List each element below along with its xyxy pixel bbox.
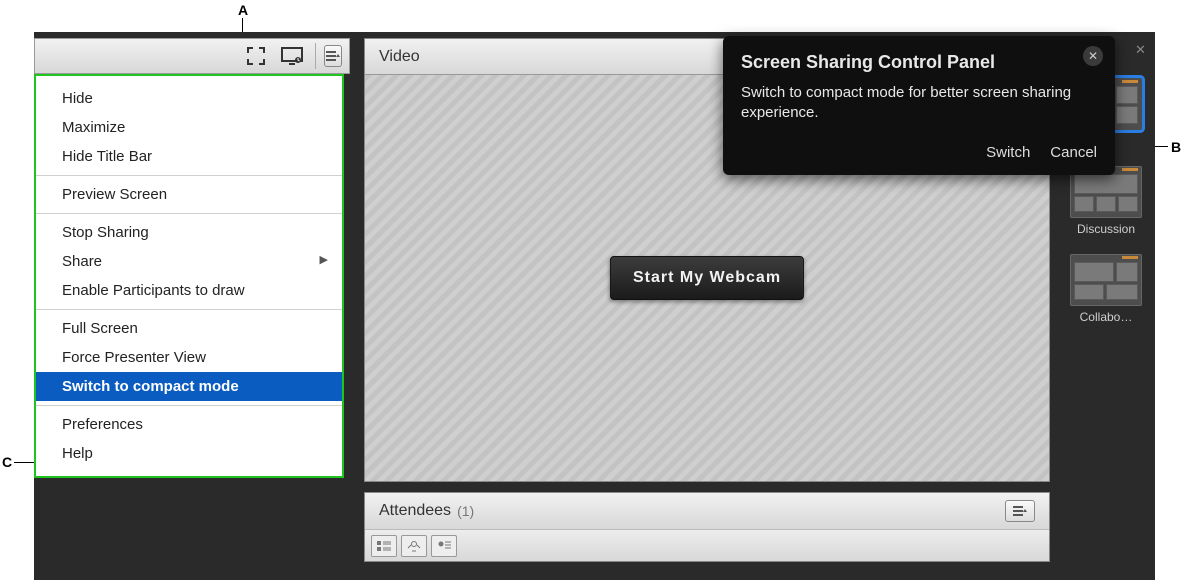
app-frame: HideMaximizeHide Title Bar Preview Screen… — [34, 32, 1155, 580]
menu-item-share[interactable]: Share — [36, 247, 342, 276]
menu-item-maximize[interactable]: Maximize — [36, 113, 342, 142]
attendees-toolbar — [365, 529, 1049, 561]
attendees-count: (1) — [457, 503, 474, 519]
popup-title: Screen Sharing Control Panel — [741, 52, 1097, 73]
layouts-close-icon[interactable]: ✕ — [1135, 42, 1149, 56]
layout-thumb-collaboration[interactable]: Collabo… — [1070, 254, 1142, 324]
popup-switch-button[interactable]: Switch — [986, 144, 1030, 161]
menu-item-stop-sharing[interactable]: Stop Sharing — [36, 218, 342, 247]
layout-label-discussion: Discussion — [1070, 222, 1142, 236]
pod-options-menu: HideMaximizeHide Title Bar Preview Screen… — [34, 74, 344, 478]
callout-a: A — [238, 2, 248, 18]
menu-item-enable-participants-to-draw[interactable]: Enable Participants to draw — [36, 276, 342, 305]
fullscreen-icon[interactable] — [243, 43, 269, 69]
callout-c: C — [2, 454, 12, 470]
monitor-icon[interactable] — [279, 43, 305, 69]
menu-item-preferences[interactable]: Preferences — [36, 410, 342, 439]
callout-b: B — [1171, 139, 1181, 155]
attendees-pod: Attendees (1) — [364, 492, 1050, 562]
start-webcam-button[interactable]: Start My Webcam — [610, 256, 804, 300]
menu-item-help[interactable]: Help — [36, 439, 342, 468]
share-pod: HideMaximizeHide Title Bar Preview Screen… — [34, 38, 350, 478]
menu-item-hide-title-bar[interactable]: Hide Title Bar — [36, 142, 342, 171]
attendees-view-breakout-icon[interactable] — [431, 535, 457, 557]
layout-thumb-discussion[interactable]: Discussion — [1070, 166, 1142, 236]
attendees-view-list-icon[interactable] — [371, 535, 397, 557]
menu-item-hide[interactable]: Hide — [36, 84, 342, 113]
pod-options-button[interactable] — [315, 43, 341, 69]
screen-share-popup: ✕ Screen Sharing Control Panel Switch to… — [723, 36, 1115, 175]
share-pod-header — [34, 38, 350, 74]
menu-item-switch-to-compact-mode[interactable]: Switch to compact mode — [36, 372, 342, 401]
popup-close-icon[interactable]: ✕ — [1083, 46, 1103, 66]
attendees-pod-header: Attendees (1) — [365, 493, 1049, 529]
menu-item-full-screen[interactable]: Full Screen — [36, 314, 342, 343]
popup-cancel-button[interactable]: Cancel — [1050, 144, 1097, 161]
attendees-title: Attendees — [379, 502, 451, 520]
layout-label-collaboration: Collabo… — [1070, 310, 1142, 324]
menu-item-preview-screen[interactable]: Preview Screen — [36, 180, 342, 209]
popup-body: Switch to compact mode for better screen… — [741, 83, 1097, 124]
attendees-options-button[interactable] — [1005, 500, 1035, 522]
attendees-view-status-icon[interactable] — [401, 535, 427, 557]
menu-item-force-presenter-view[interactable]: Force Presenter View — [36, 343, 342, 372]
